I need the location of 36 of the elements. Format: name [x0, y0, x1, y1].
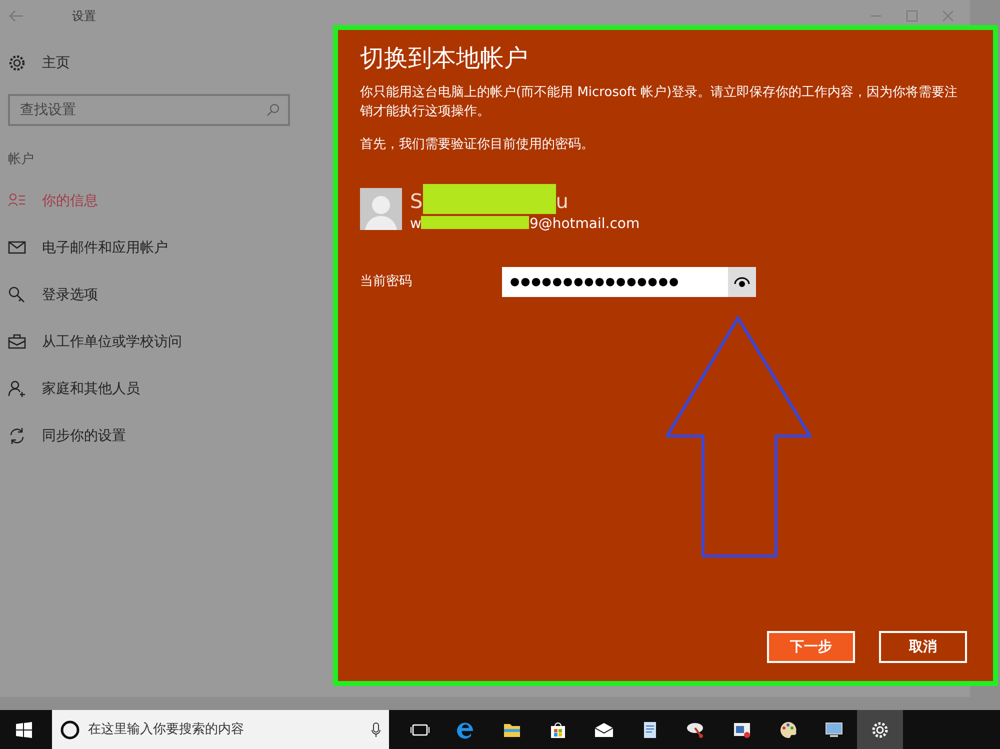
dialog-text: 首先，我们需要验证你目前使用的密码。	[360, 136, 595, 154]
key-icon	[8, 286, 26, 304]
sidebar-item[interactable]: 电子邮件和应用帐户	[8, 224, 330, 272]
settings-taskbar-button[interactable]	[857, 710, 903, 749]
next-button[interactable]: 下一步	[767, 631, 855, 663]
search-icon[interactable]	[266, 103, 280, 117]
sidebar-item[interactable]: 登录选项	[8, 272, 330, 318]
person-add-icon	[8, 380, 26, 398]
settings-icon	[870, 720, 890, 740]
edge-icon	[456, 720, 476, 740]
paint-palette-icon	[778, 720, 798, 740]
cortana-icon[interactable]	[60, 720, 80, 740]
sidebar-item[interactable]: 同步你的设置	[8, 412, 330, 460]
home-link[interactable]: 主页	[42, 52, 70, 74]
user-email: w 9@hotmail.com	[410, 214, 640, 234]
microphone-icon[interactable]	[371, 722, 381, 738]
section-heading: 帐户	[8, 151, 35, 169]
windows-start-icon[interactable]	[16, 722, 32, 738]
taskbar-search-field[interactable]: 在这里输入你要搜索的内容	[52, 710, 389, 749]
computer-icon	[824, 720, 844, 740]
settings-icon[interactable]	[8, 54, 26, 72]
sidebar-item[interactable]: 家庭和其他人员	[8, 366, 330, 412]
sidebar-item[interactable]: 从工作单位或学校访问	[8, 318, 330, 366]
window-title: 设置	[72, 8, 96, 25]
briefcase-icon	[8, 333, 26, 351]
store-icon	[548, 720, 568, 740]
cancel-button[interactable]: 取消	[879, 631, 967, 663]
field-label: 当前密码	[360, 273, 413, 292]
reveal-password-button[interactable]	[728, 266, 756, 297]
sync-icon	[8, 427, 26, 445]
dialog-text: 你只能用这台电脑上的帐户(而不能用 Microsoft 帐户)登录。请立即保存你的工作内容，因为你将需要注销才能执行这项操作。	[360, 84, 959, 121]
dialog-title: 切换到本地帐户	[360, 44, 529, 73]
avatar	[360, 188, 402, 230]
search-field[interactable]: 查找设置	[8, 94, 290, 126]
eye-icon	[734, 276, 750, 288]
password-field[interactable]: ●●●●●●●●●●●●●●●●	[502, 266, 728, 297]
